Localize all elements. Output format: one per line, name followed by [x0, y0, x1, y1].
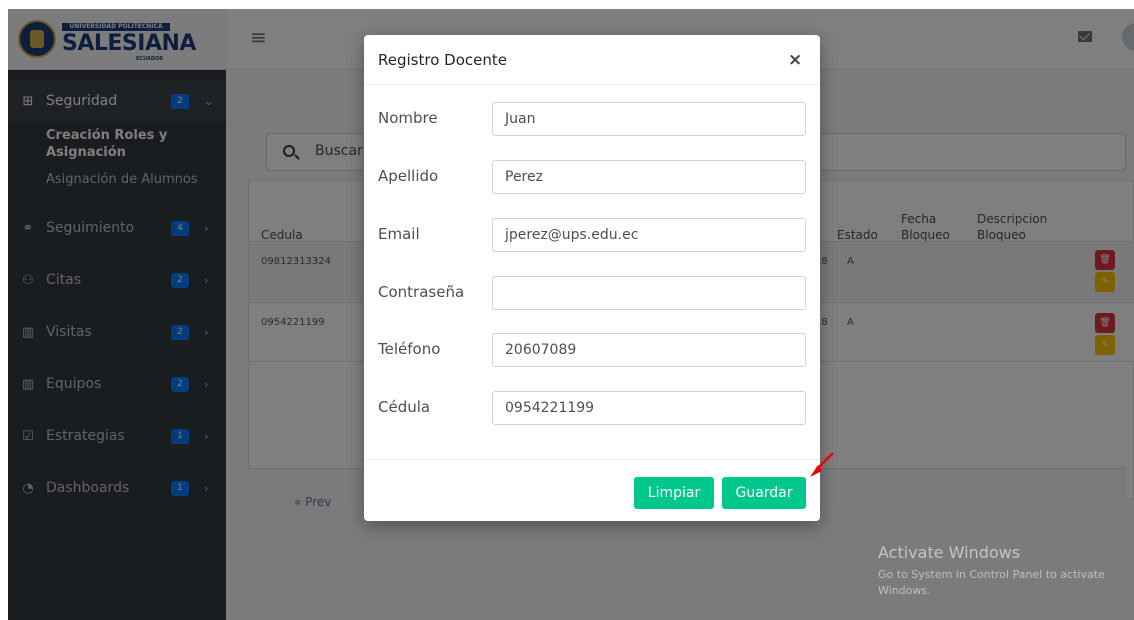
activate-windows-subtitle: Go to System in Control Panel to activat…: [878, 568, 1105, 597]
annotation-arrow-icon: [810, 452, 834, 477]
activate-windows-title: Activate Windows: [878, 543, 1021, 562]
app-frame: UNIVERSIDAD POLITÉCNICA SALESIANA ECUADO…: [8, 9, 1134, 620]
